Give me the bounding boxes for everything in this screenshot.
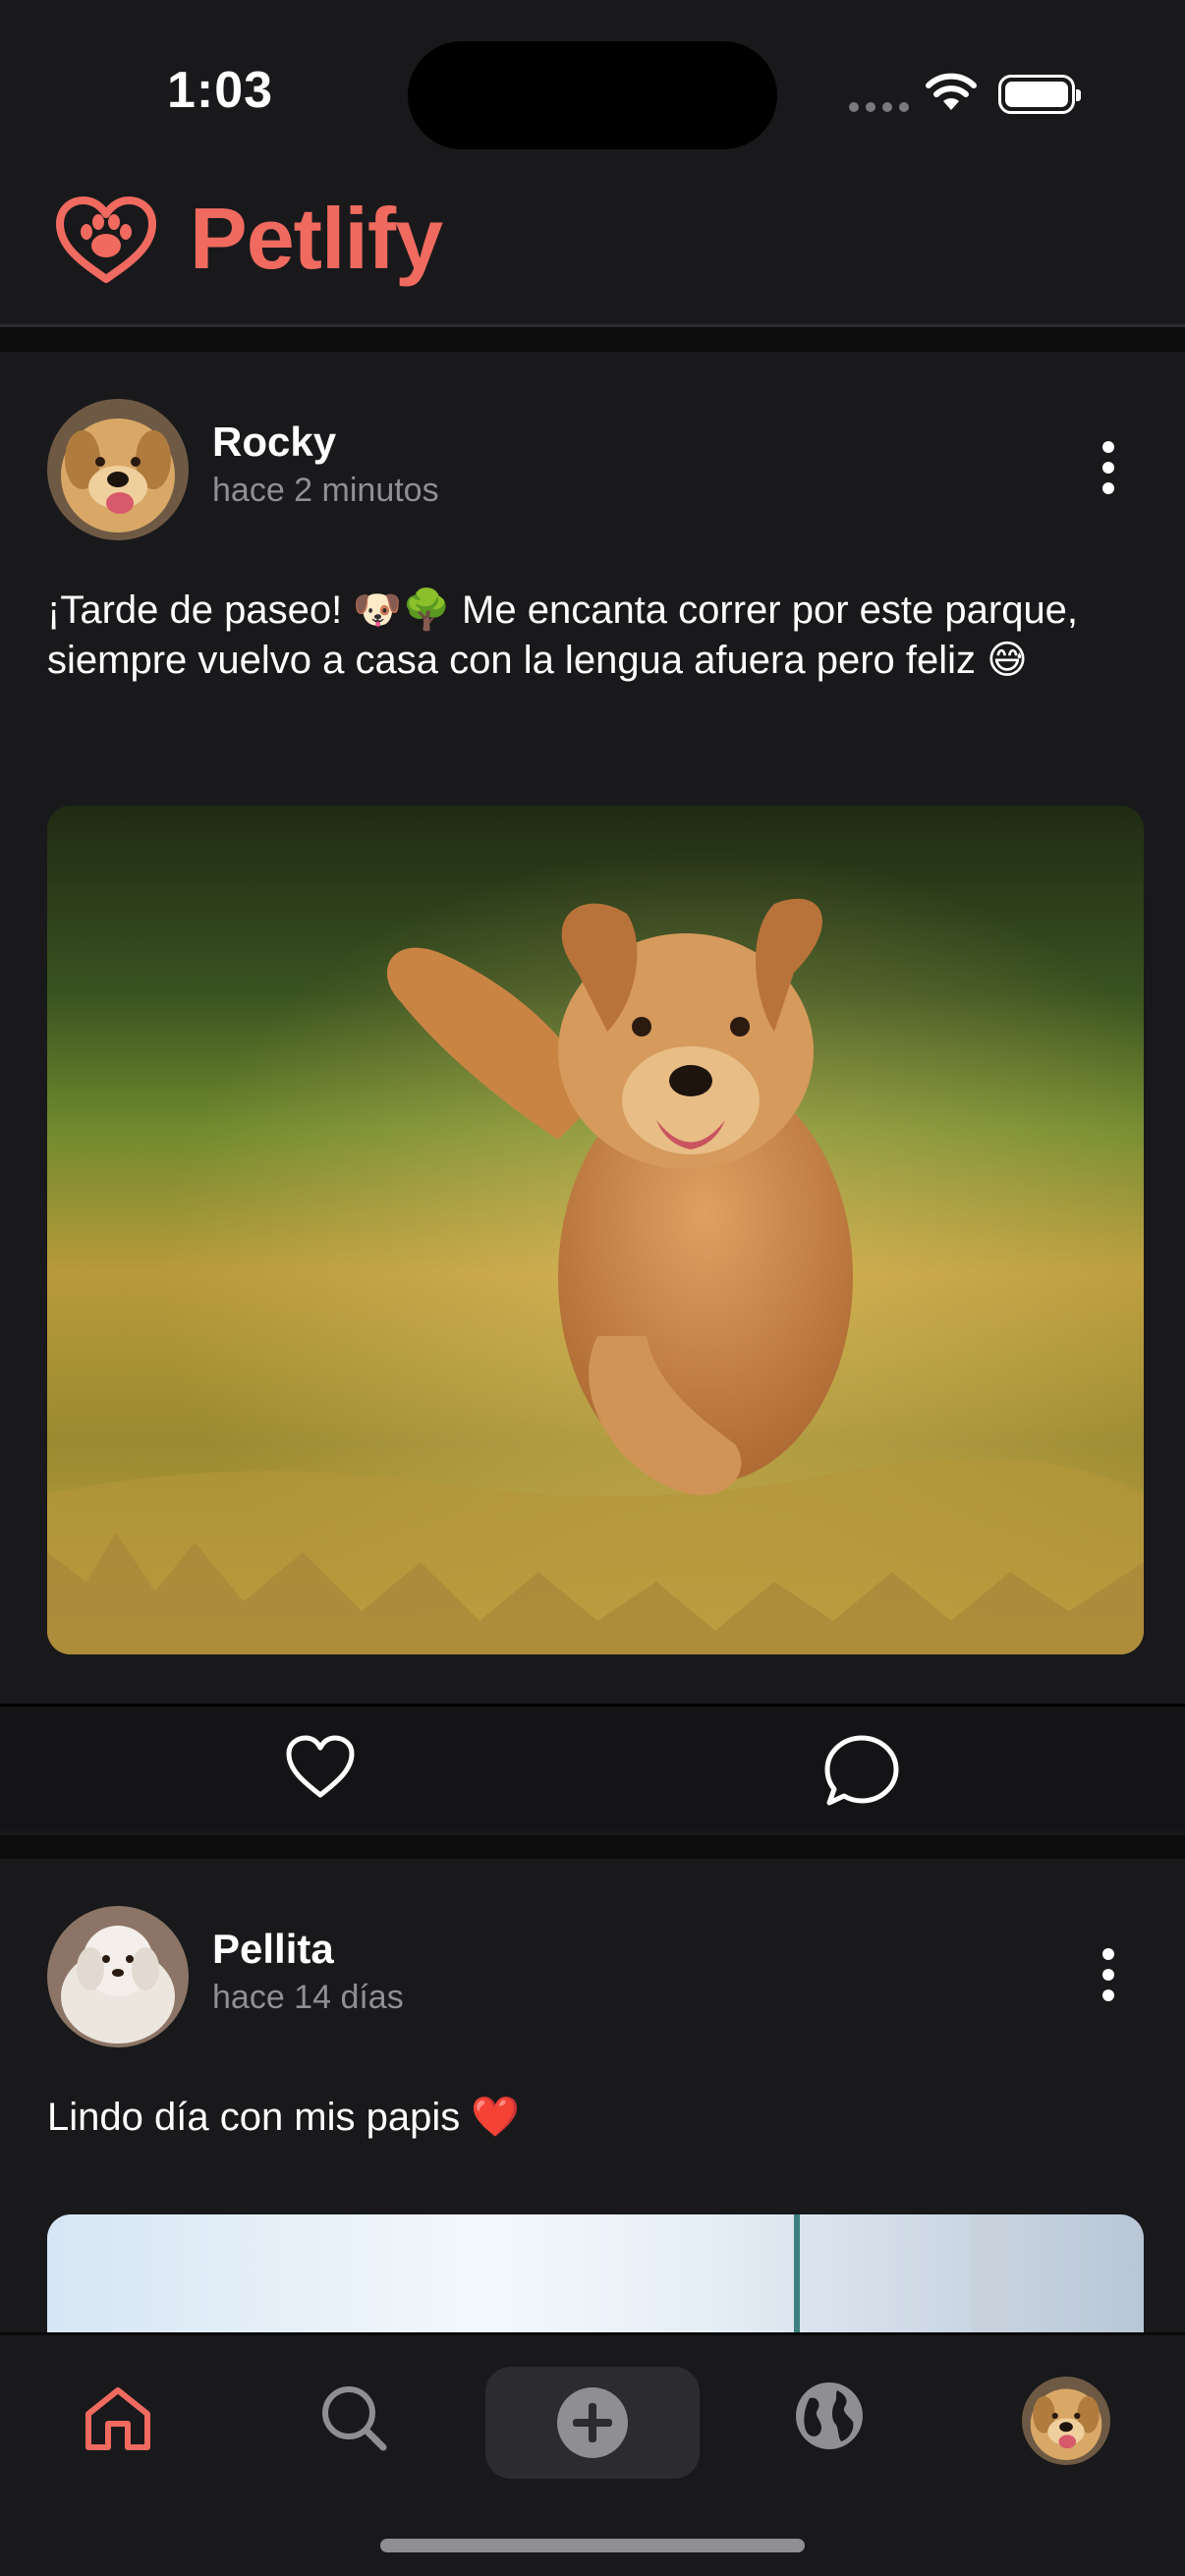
battery-icon bbox=[998, 75, 1081, 114]
post-author-name[interactable]: Rocky bbox=[212, 419, 336, 466]
header-divider bbox=[0, 324, 1185, 352]
more-options-icon[interactable] bbox=[1089, 1935, 1128, 2014]
status-bar: 1:03 bbox=[0, 0, 1185, 177]
post-text: ¡Tarde de paseo! 🐶🌳 Me encanta correr po… bbox=[47, 588, 1079, 682]
post-text: Lindo día con mis papis ❤️ bbox=[47, 2096, 521, 2139]
wifi-icon bbox=[926, 73, 977, 110]
globe-icon[interactable] bbox=[792, 2379, 867, 2453]
more-options-icon[interactable] bbox=[1089, 428, 1128, 507]
post-image[interactable] bbox=[47, 806, 1144, 1654]
add-post-icon bbox=[557, 2387, 628, 2458]
search-icon[interactable] bbox=[318, 2382, 389, 2453]
post-card: Rocky hace 2 minutos ¡Tarde de paseo! 🐶🌳… bbox=[0, 352, 1185, 1837]
status-time: 1:03 bbox=[167, 62, 274, 119]
paw-heart-icon bbox=[56, 196, 156, 283]
profile-avatar[interactable] bbox=[1022, 2377, 1110, 2465]
dynamic-island bbox=[408, 41, 777, 149]
cellular-signal-icon bbox=[849, 102, 909, 112]
author-avatar[interactable] bbox=[47, 1906, 189, 2047]
post-image[interactable] bbox=[47, 2214, 1144, 2332]
author-avatar[interactable] bbox=[47, 399, 189, 540]
post-separator bbox=[0, 1835, 1185, 1859]
post-timestamp: hace 2 minutos bbox=[212, 472, 439, 509]
post-author-name[interactable]: Pellita bbox=[212, 1926, 334, 1973]
comment-icon[interactable] bbox=[823, 1734, 900, 1807]
home-indicator bbox=[380, 2539, 805, 2552]
app-title: Petlify bbox=[190, 190, 443, 287]
app-header: Petlify bbox=[0, 177, 1185, 324]
post-timestamp: hace 14 días bbox=[212, 1979, 404, 2016]
heart-icon[interactable] bbox=[285, 1734, 356, 1801]
post-card: Pellita hace 14 días Lindo día con mis p… bbox=[0, 1859, 1185, 2332]
post-actions-bar bbox=[0, 1704, 1185, 1831]
home-icon[interactable] bbox=[83, 2382, 153, 2453]
add-post-button[interactable] bbox=[485, 2367, 700, 2479]
